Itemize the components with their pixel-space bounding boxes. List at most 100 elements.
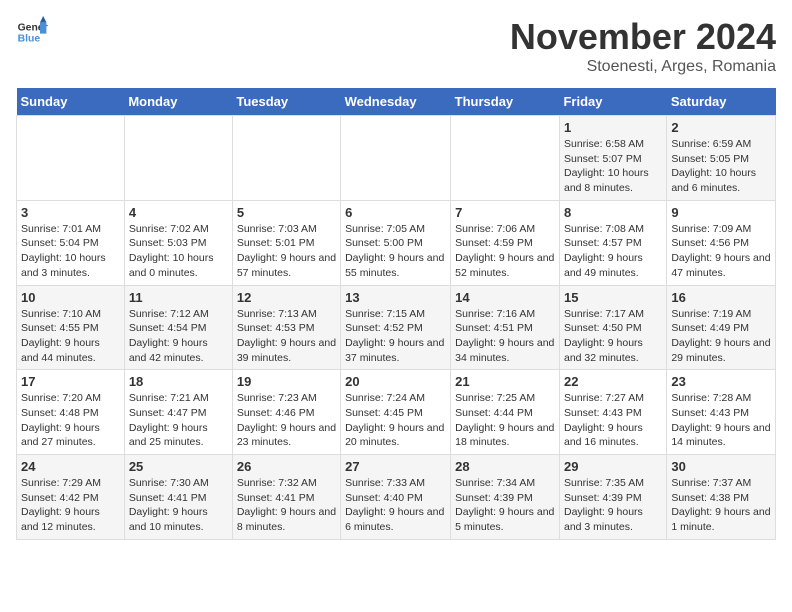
calendar-cell: 3 Sunrise: 7:01 AM Sunset: 5:04 PM Daylig… bbox=[17, 200, 125, 285]
day-number: 12 bbox=[237, 290, 336, 305]
day-number: 28 bbox=[455, 459, 555, 474]
day-number: 27 bbox=[345, 459, 446, 474]
day-info: Sunrise: 7:12 AM Sunset: 4:54 PM Dayligh… bbox=[129, 307, 228, 366]
day-info: Sunrise: 7:10 AM Sunset: 4:55 PM Dayligh… bbox=[21, 307, 120, 366]
day-info: Sunrise: 7:13 AM Sunset: 4:53 PM Dayligh… bbox=[237, 307, 336, 366]
day-number: 17 bbox=[21, 374, 120, 389]
calendar-cell bbox=[451, 116, 560, 201]
day-number: 29 bbox=[564, 459, 662, 474]
calendar-cell: 7 Sunrise: 7:06 AM Sunset: 4:59 PM Daylig… bbox=[451, 200, 560, 285]
calendar-cell bbox=[17, 116, 125, 201]
calendar-cell: 14 Sunrise: 7:16 AM Sunset: 4:51 PM Dayli… bbox=[451, 285, 560, 370]
day-info: Sunrise: 7:30 AM Sunset: 4:41 PM Dayligh… bbox=[129, 476, 228, 535]
weekday-header-row: SundayMondayTuesdayWednesdayThursdayFrid… bbox=[17, 88, 776, 116]
location-title: Stoenesti, Arges, Romania bbox=[510, 58, 776, 76]
day-info: Sunrise: 7:02 AM Sunset: 5:03 PM Dayligh… bbox=[129, 222, 228, 281]
day-info: Sunrise: 7:32 AM Sunset: 4:41 PM Dayligh… bbox=[237, 476, 336, 535]
day-number: 6 bbox=[345, 205, 446, 220]
weekday-header-monday: Monday bbox=[124, 88, 232, 116]
calendar-cell: 26 Sunrise: 7:32 AM Sunset: 4:41 PM Dayli… bbox=[232, 455, 340, 540]
day-number: 24 bbox=[21, 459, 120, 474]
calendar-cell: 19 Sunrise: 7:23 AM Sunset: 4:46 PM Dayli… bbox=[232, 370, 340, 455]
svg-text:Blue: Blue bbox=[18, 34, 41, 45]
week-row-3: 10 Sunrise: 7:10 AM Sunset: 4:55 PM Dayli… bbox=[17, 285, 776, 370]
day-number: 14 bbox=[455, 290, 555, 305]
day-number: 9 bbox=[671, 205, 771, 220]
calendar-cell bbox=[341, 116, 451, 201]
calendar-cell: 9 Sunrise: 7:09 AM Sunset: 4:56 PM Daylig… bbox=[667, 200, 776, 285]
day-info: Sunrise: 7:03 AM Sunset: 5:01 PM Dayligh… bbox=[237, 222, 336, 281]
calendar-cell: 16 Sunrise: 7:19 AM Sunset: 4:49 PM Dayli… bbox=[667, 285, 776, 370]
calendar-table: SundayMondayTuesdayWednesdayThursdayFrid… bbox=[16, 88, 776, 540]
day-number: 8 bbox=[564, 205, 662, 220]
calendar-cell: 8 Sunrise: 7:08 AM Sunset: 4:57 PM Daylig… bbox=[559, 200, 666, 285]
day-info: Sunrise: 7:35 AM Sunset: 4:39 PM Dayligh… bbox=[564, 476, 662, 535]
day-number: 7 bbox=[455, 205, 555, 220]
day-info: Sunrise: 7:08 AM Sunset: 4:57 PM Dayligh… bbox=[564, 222, 662, 281]
day-info: Sunrise: 7:23 AM Sunset: 4:46 PM Dayligh… bbox=[237, 391, 336, 450]
weekday-header-thursday: Thursday bbox=[451, 88, 560, 116]
day-info: Sunrise: 7:21 AM Sunset: 4:47 PM Dayligh… bbox=[129, 391, 228, 450]
day-info: Sunrise: 7:27 AM Sunset: 4:43 PM Dayligh… bbox=[564, 391, 662, 450]
calendar-cell: 23Sunrise: 7:28 AM Sunset: 4:43 PM Dayli… bbox=[667, 370, 776, 455]
calendar-cell: 20Sunrise: 7:24 AM Sunset: 4:45 PM Dayli… bbox=[341, 370, 451, 455]
day-number: 2 bbox=[671, 120, 771, 135]
day-number: 3 bbox=[21, 205, 120, 220]
calendar-cell: 28 Sunrise: 7:34 AM Sunset: 4:39 PM Dayli… bbox=[451, 455, 560, 540]
day-number: 22 bbox=[564, 374, 662, 389]
day-info: Sunrise: 7:01 AM Sunset: 5:04 PM Dayligh… bbox=[21, 222, 120, 281]
day-info: Sunrise: 7:25 AM Sunset: 4:44 PM Dayligh… bbox=[455, 391, 555, 450]
day-number: 10 bbox=[21, 290, 120, 305]
title-section: November 2024 Stoenesti, Arges, Romania bbox=[510, 16, 776, 76]
week-row-5: 24 Sunrise: 7:29 AM Sunset: 4:42 PM Dayli… bbox=[17, 455, 776, 540]
calendar-cell: 10 Sunrise: 7:10 AM Sunset: 4:55 PM Dayli… bbox=[17, 285, 125, 370]
weekday-header-saturday: Saturday bbox=[667, 88, 776, 116]
calendar-cell bbox=[124, 116, 232, 201]
day-number: 13 bbox=[345, 290, 446, 305]
calendar-cell: 5Sunrise: 7:03 AM Sunset: 5:01 PM Daylig… bbox=[232, 200, 340, 285]
day-number: 18 bbox=[129, 374, 228, 389]
day-number: 11 bbox=[129, 290, 228, 305]
calendar-cell: 24 Sunrise: 7:29 AM Sunset: 4:42 PM Dayli… bbox=[17, 455, 125, 540]
day-info: Sunrise: 7:37 AM Sunset: 4:38 PM Dayligh… bbox=[671, 476, 771, 535]
day-info: Sunrise: 7:09 AM Sunset: 4:56 PM Dayligh… bbox=[671, 222, 771, 281]
calendar-cell bbox=[232, 116, 340, 201]
day-number: 1 bbox=[564, 120, 662, 135]
week-row-1: 1 Sunrise: 6:58 AM Sunset: 5:07 PM Daylig… bbox=[17, 116, 776, 201]
day-info: Sunrise: 7:06 AM Sunset: 4:59 PM Dayligh… bbox=[455, 222, 555, 281]
weekday-header-tuesday: Tuesday bbox=[232, 88, 340, 116]
calendar-cell: 27Sunrise: 7:33 AM Sunset: 4:40 PM Dayli… bbox=[341, 455, 451, 540]
calendar-cell: 25Sunrise: 7:30 AM Sunset: 4:41 PM Dayli… bbox=[124, 455, 232, 540]
day-info: Sunrise: 7:29 AM Sunset: 4:42 PM Dayligh… bbox=[21, 476, 120, 535]
day-info: Sunrise: 7:34 AM Sunset: 4:39 PM Dayligh… bbox=[455, 476, 555, 535]
day-number: 4 bbox=[129, 205, 228, 220]
day-info: Sunrise: 6:58 AM Sunset: 5:07 PM Dayligh… bbox=[564, 137, 662, 196]
calendar-cell: 22 Sunrise: 7:27 AM Sunset: 4:43 PM Dayli… bbox=[559, 370, 666, 455]
week-row-2: 3 Sunrise: 7:01 AM Sunset: 5:04 PM Daylig… bbox=[17, 200, 776, 285]
day-info: Sunrise: 7:19 AM Sunset: 4:49 PM Dayligh… bbox=[671, 307, 771, 366]
calendar-cell: 29 Sunrise: 7:35 AM Sunset: 4:39 PM Dayli… bbox=[559, 455, 666, 540]
weekday-header-wednesday: Wednesday bbox=[341, 88, 451, 116]
weekday-header-sunday: Sunday bbox=[17, 88, 125, 116]
day-number: 15 bbox=[564, 290, 662, 305]
day-number: 19 bbox=[237, 374, 336, 389]
day-number: 26 bbox=[237, 459, 336, 474]
calendar-cell: 18 Sunrise: 7:21 AM Sunset: 4:47 PM Dayli… bbox=[124, 370, 232, 455]
day-info: Sunrise: 7:05 AM Sunset: 5:00 PM Dayligh… bbox=[345, 222, 446, 281]
day-number: 16 bbox=[671, 290, 771, 305]
day-info: Sunrise: 6:59 AM Sunset: 5:05 PM Dayligh… bbox=[671, 137, 771, 196]
day-number: 21 bbox=[455, 374, 555, 389]
day-info: Sunrise: 7:15 AM Sunset: 4:52 PM Dayligh… bbox=[345, 307, 446, 366]
day-info: Sunrise: 7:28 AM Sunset: 4:43 PM Dayligh… bbox=[671, 391, 771, 450]
day-info: Sunrise: 7:20 AM Sunset: 4:48 PM Dayligh… bbox=[21, 391, 120, 450]
calendar-cell: 6 Sunrise: 7:05 AM Sunset: 5:00 PM Daylig… bbox=[341, 200, 451, 285]
calendar-cell: 15Sunrise: 7:17 AM Sunset: 4:50 PM Dayli… bbox=[559, 285, 666, 370]
logo-icon: General Blue bbox=[16, 16, 48, 48]
calendar-cell: 17 Sunrise: 7:20 AM Sunset: 4:48 PM Dayli… bbox=[17, 370, 125, 455]
calendar-cell: 11 Sunrise: 7:12 AM Sunset: 4:54 PM Dayli… bbox=[124, 285, 232, 370]
calendar-cell: 12 Sunrise: 7:13 AM Sunset: 4:53 PM Dayli… bbox=[232, 285, 340, 370]
calendar-cell: 30Sunrise: 7:37 AM Sunset: 4:38 PM Dayli… bbox=[667, 455, 776, 540]
calendar-cell: 4 Sunrise: 7:02 AM Sunset: 5:03 PM Daylig… bbox=[124, 200, 232, 285]
calendar-cell: 2 Sunrise: 6:59 AM Sunset: 5:05 PM Daylig… bbox=[667, 116, 776, 201]
day-info: Sunrise: 7:16 AM Sunset: 4:51 PM Dayligh… bbox=[455, 307, 555, 366]
